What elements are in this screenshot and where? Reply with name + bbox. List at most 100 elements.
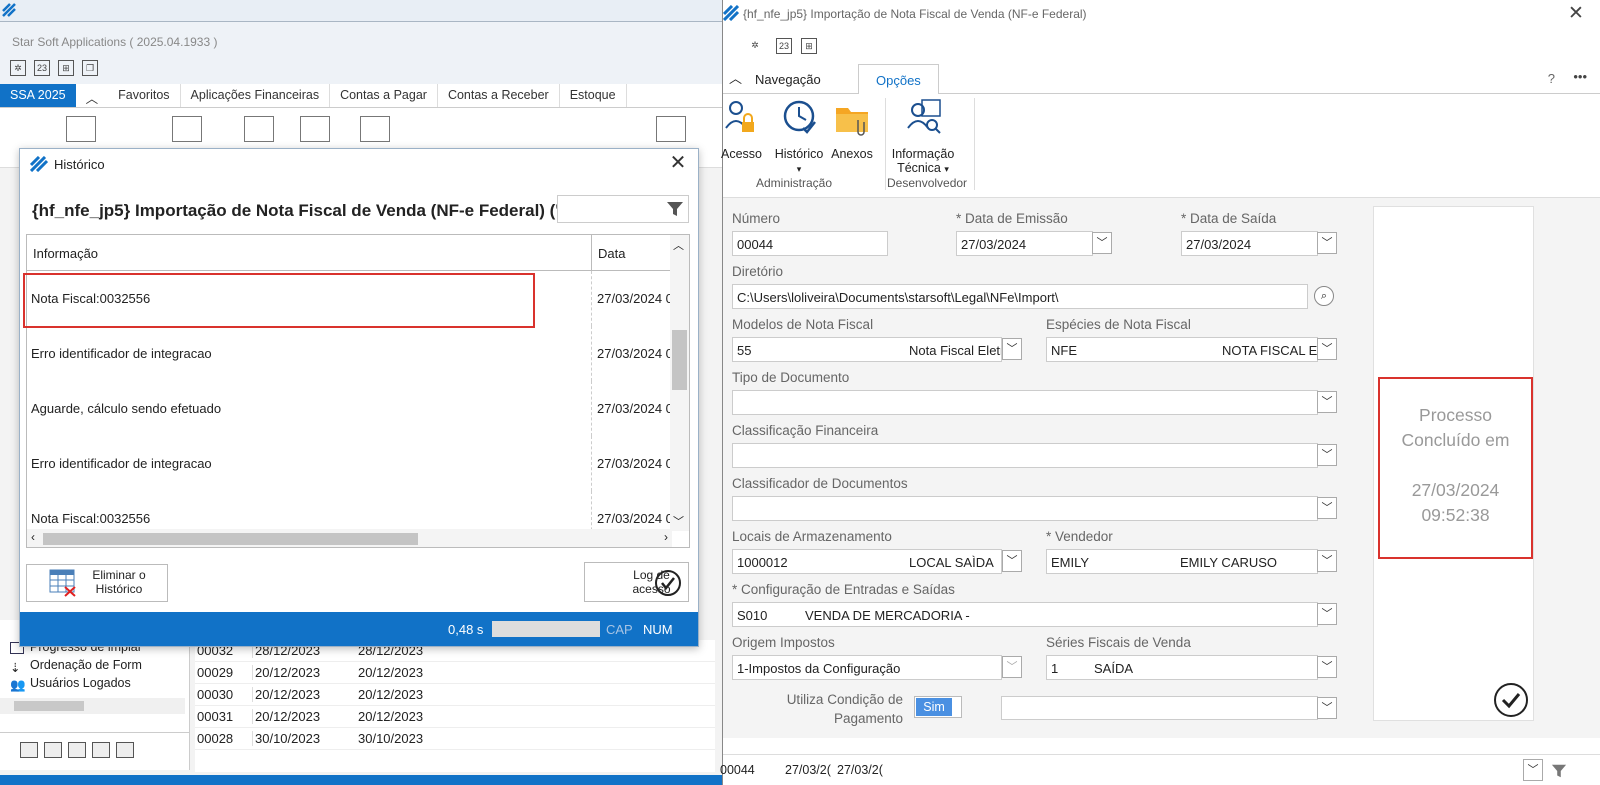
anexos-button[interactable]: Anexos [829, 98, 875, 161]
ribbon-download-icon[interactable] [590, 116, 620, 142]
numero-field[interactable]: 00044 [732, 231, 888, 256]
diretorio-field[interactable]: C:\Users\loliveira\Documents\starsoft\Le… [732, 284, 1308, 309]
filter-icon[interactable] [666, 200, 684, 218]
collapse-icon[interactable]: ✲ [747, 38, 763, 54]
table-row[interactable]: Erro identificador de integracao 27/03/20… [27, 326, 689, 381]
search-icon[interactable]: ⌕ [1314, 286, 1334, 306]
vendedor-field[interactable]: EMILY EMILY CARUSO [1046, 549, 1318, 574]
log-acesso-button[interactable]: Log de acesso [584, 562, 689, 602]
close-icon[interactable]: ✕ [668, 153, 688, 173]
historico-button[interactable]: Histórico ▾ [772, 98, 826, 176]
check-circle-icon[interactable] [1493, 682, 1529, 718]
tab-contas-receber[interactable]: Contas a Receber [438, 84, 560, 107]
vertical-scrollbar[interactable]: ︿ ﹀ [670, 235, 689, 531]
tool-icon[interactable] [44, 741, 62, 758]
scroll-thumb[interactable] [43, 533, 418, 545]
chevron-down-icon[interactable]: ﹀ [1317, 497, 1337, 519]
table-row[interactable]: 00028 30/10/2023 30/10/2023 [195, 728, 715, 750]
table-row[interactable]: Erro identificador de integracao 27/03/20… [27, 436, 689, 491]
ribbon-keyboard-icon[interactable] [656, 116, 686, 142]
tab-opcoes[interactable]: Opções [858, 64, 939, 95]
tab-contas-pagar[interactable]: Contas a Pagar [330, 84, 438, 107]
more-icon[interactable]: ••• [1573, 69, 1587, 84]
configuracao-field[interactable]: S010 VENDA DE MERCADORIA - [732, 602, 1318, 627]
chevron-down-icon[interactable]: ﹀ [1002, 550, 1022, 572]
collapse-icon[interactable]: ✲ [10, 60, 26, 76]
eliminar-historico-button[interactable]: Eliminar o Histórico [26, 564, 168, 602]
grid-icon[interactable]: ⊞ [801, 38, 817, 54]
ribbon-list-icon[interactable] [300, 116, 330, 142]
chevron-up-icon[interactable]: ︿ [729, 68, 742, 87]
app-logo-icon [30, 156, 48, 172]
filter-icon[interactable] [1551, 763, 1567, 779]
ribbon-doc-icon[interactable] [66, 116, 96, 142]
chevron-down-icon[interactable]: ﹀ [1317, 338, 1337, 360]
serie-field[interactable]: 1 SAÍDA [1046, 655, 1318, 680]
list-item[interactable]: ⇣ Ordenação de Form [0, 658, 189, 676]
left-hscrollbar[interactable] [0, 698, 185, 714]
modelo-field[interactable]: 55 Nota Fiscal Eletr [732, 337, 1002, 362]
condicao-pagamento-field[interactable] [1001, 696, 1318, 720]
tipo-documento-field[interactable] [732, 390, 1318, 415]
calendar-icon[interactable]: 23 [776, 38, 792, 54]
chevron-down-icon[interactable]: ﹀ [1317, 444, 1337, 466]
tab-aplicacoes-financeiras[interactable]: Aplicações Financeiras [181, 84, 331, 107]
ribbon-money-doc-icon[interactable] [172, 116, 202, 142]
table-row[interactable]: Aguarde, cálculo sendo efetuado 27/03/202… [27, 381, 689, 436]
calendar-icon[interactable]: 23 [34, 60, 50, 76]
chevron-down-icon[interactable]: ﹀ [673, 513, 684, 529]
star-icon[interactable] [20, 741, 38, 758]
chevron-down-icon[interactable]: ﹀ [1317, 550, 1337, 572]
chevron-left-icon[interactable]: ‹ [31, 530, 35, 544]
ribbon-table-icon[interactable] [244, 116, 274, 142]
bottom-data1[interactable]: 27/03/2( [785, 763, 831, 777]
column-informacao[interactable]: Informação [27, 235, 592, 270]
informacao-tecnica-button[interactable]: Informação Técnica ▾ [887, 98, 959, 176]
chevron-down-icon[interactable]: ﹀ [1317, 391, 1337, 413]
chevron-down-icon[interactable]: ﹀ [1317, 232, 1337, 254]
chevron-down-icon[interactable]: ﹀ [1317, 656, 1337, 678]
tab-navegacao[interactable]: Navegação [755, 72, 821, 87]
tab-estoque[interactable]: Estoque [560, 84, 627, 107]
classificacao-financeira-field[interactable] [732, 443, 1318, 468]
acesso-button[interactable]: Acesso [721, 98, 762, 161]
table-row[interactable]: 00030 20/12/2023 20/12/2023 [195, 684, 715, 706]
clock-check-icon [783, 100, 816, 134]
table-row[interactable]: 00031 20/12/2023 20/12/2023 [195, 706, 715, 728]
eliminar-label: Eliminar o Histórico [92, 568, 146, 596]
bottom-data2[interactable]: 27/03/2( [837, 763, 883, 777]
chevron-up-icon[interactable]: ︿ [673, 237, 684, 253]
ribbon-report-icon[interactable] [360, 116, 390, 142]
scroll-thumb[interactable] [672, 330, 687, 390]
tab-favoritos[interactable]: Favoritos [108, 84, 181, 107]
close-icon[interactable]: ✕ [1566, 2, 1586, 24]
tool-icon[interactable] [116, 741, 134, 758]
table-row[interactable]: 00029 20/12/2023 20/12/2023 [195, 662, 715, 684]
especie-field[interactable]: NFE NOTA FISCAL EL [1046, 337, 1318, 362]
chevron-down-icon[interactable]: ﹀ [1523, 759, 1543, 781]
column-data[interactable]: Data [592, 235, 672, 270]
chevron-down-icon[interactable]: ﹀ [1002, 656, 1022, 678]
help-icon[interactable]: ? [1548, 71, 1555, 86]
tool-icon[interactable] [68, 741, 86, 758]
list-item[interactable]: 👥 Usuários Logados [0, 676, 189, 694]
horizontal-scrollbar[interactable]: ‹ › [27, 529, 672, 547]
data-saida-field[interactable]: 27/03/2024 [1181, 231, 1318, 256]
local-field[interactable]: 1000012 LOCAL SAÌDA [732, 549, 1002, 574]
data-emissao-field[interactable]: 27/03/2024 [956, 231, 1093, 256]
chevron-right-icon[interactable]: › [664, 530, 668, 544]
historico-search-input[interactable] [557, 195, 689, 223]
origem-impostos-field[interactable]: 1-Impostos da Configuração [732, 655, 1002, 680]
classificador-documentos-field[interactable] [732, 496, 1318, 521]
windows-icon[interactable]: ❐ [82, 60, 98, 76]
collapse-ribbon-icon[interactable]: ︿ [76, 84, 109, 107]
bottom-numero[interactable]: 00044 [720, 763, 755, 777]
tab-ssa[interactable]: SSA 2025 [0, 84, 76, 107]
chevron-down-icon[interactable]: ﹀ [1317, 697, 1337, 719]
chevron-down-icon[interactable]: ﹀ [1092, 232, 1112, 254]
grid-icon[interactable]: ⊞ [58, 60, 74, 76]
chevron-down-icon[interactable]: ﹀ [1002, 338, 1022, 360]
tool-icon[interactable] [92, 741, 110, 758]
chevron-down-icon[interactable]: ﹀ [1317, 603, 1337, 625]
condicao-pagamento-toggle[interactable]: Sim [914, 696, 962, 718]
